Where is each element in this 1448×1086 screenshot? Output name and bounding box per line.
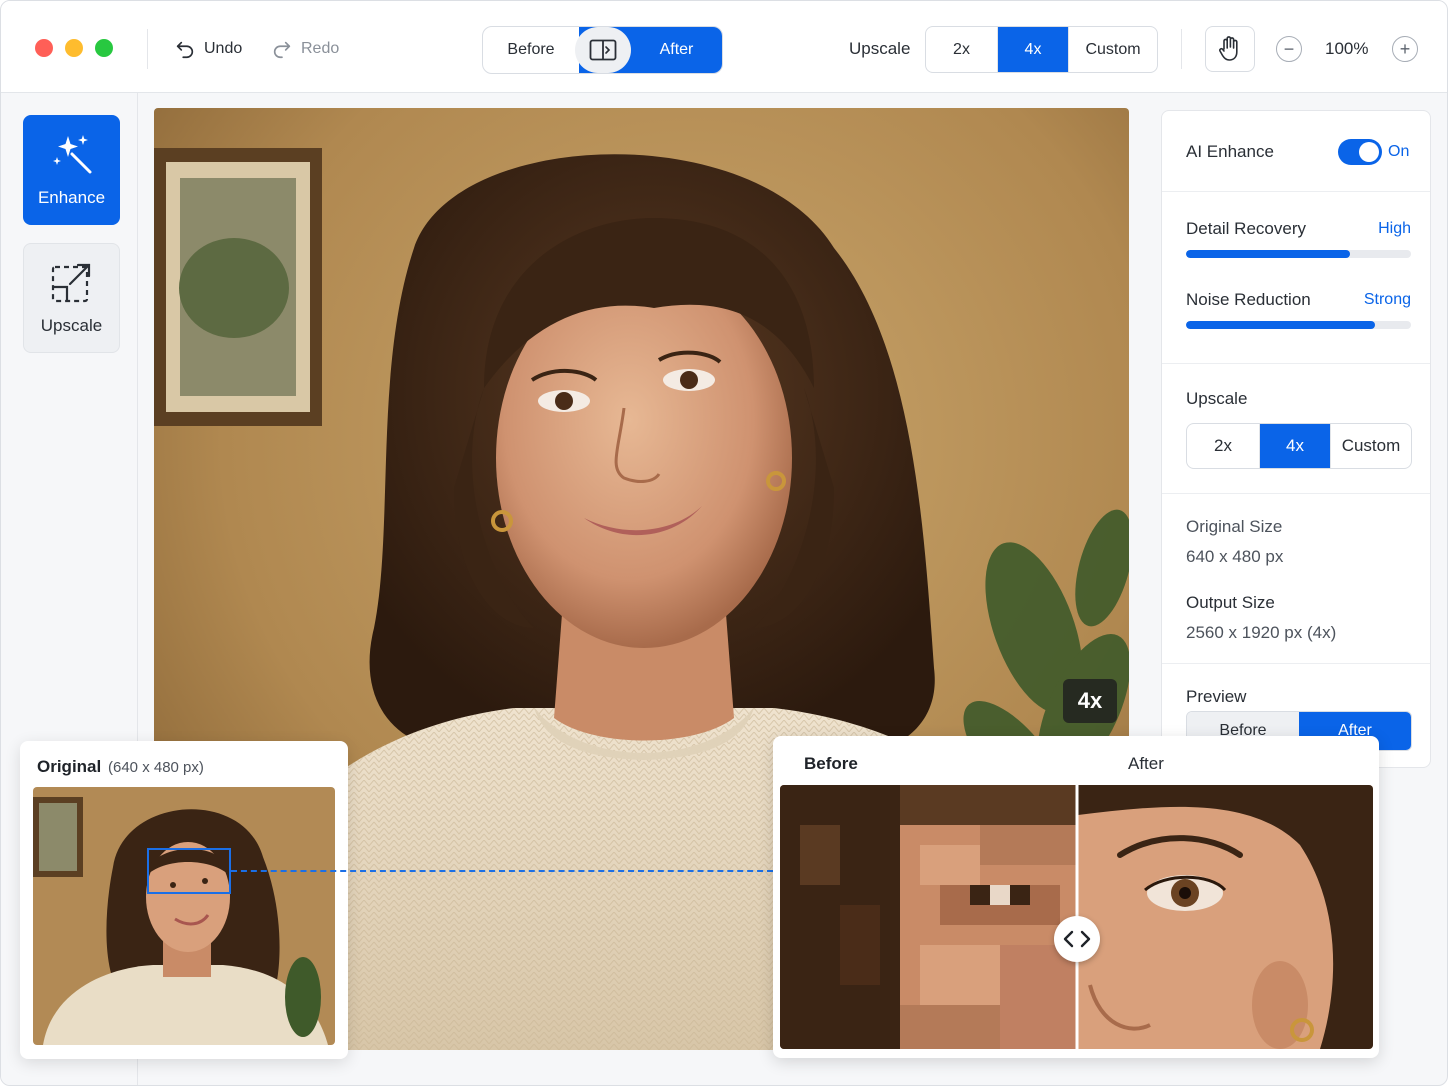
scale-badge: 4x	[1063, 679, 1117, 723]
compare-before-option[interactable]: Before	[483, 27, 579, 73]
before-after-card: Before After	[773, 736, 1379, 1058]
original-thumbnail-card: Original (640 x 480 px)	[20, 741, 348, 1059]
zoom-window-button[interactable]	[95, 39, 113, 57]
original-thumbnail-image[interactable]	[33, 787, 335, 1045]
expand-icon	[51, 263, 90, 303]
original-photo	[33, 787, 335, 1045]
scale-option-4x[interactable]: 4x	[998, 27, 1069, 72]
zoom-in-button[interactable]: +	[1392, 36, 1418, 62]
compare-before-label: Before	[804, 754, 858, 773]
minimize-window-button[interactable]	[65, 39, 83, 57]
divider	[1162, 663, 1430, 664]
undo-label: Undo	[204, 40, 243, 57]
detail-recovery-label: Detail Recovery	[1186, 219, 1306, 238]
ai-enhance-label: AI Enhance	[1186, 142, 1274, 161]
output-size-value: 2560 x 1920 px (4x)	[1186, 623, 1337, 642]
divider	[1162, 493, 1430, 494]
settings-panel: AI Enhance On Detail Recovery High Noise…	[1161, 110, 1431, 768]
panel-upscale-selector: 2x 4x Custom	[1186, 423, 1412, 469]
detail-recovery-slider[interactable]	[1186, 250, 1411, 258]
upscale-tool-button[interactable]: Upscale	[23, 243, 120, 353]
chevrons-left-right-icon	[1063, 930, 1091, 948]
panel-scale-2x[interactable]: 2x	[1187, 424, 1260, 468]
divider	[1162, 363, 1430, 364]
panel-upscale-label: Upscale	[1186, 389, 1248, 408]
preview-label: Preview	[1186, 687, 1247, 706]
before-after-toggle: Before After	[482, 26, 723, 74]
ai-enhance-state: On	[1388, 143, 1410, 160]
upscale-tool-label: Upscale	[40, 316, 103, 335]
split-view-button[interactable]	[575, 27, 631, 73]
hand-icon	[1219, 36, 1238, 61]
undo-icon	[176, 41, 194, 59]
scale-option-custom[interactable]: Custom	[1069, 27, 1157, 72]
original-dimensions: (640 x 480 px)	[108, 759, 204, 776]
zoom-level: 100%	[1325, 39, 1369, 58]
divider	[1162, 191, 1430, 192]
redo-label: Redo	[301, 40, 340, 57]
zoom-connector-line	[231, 870, 773, 872]
output-size-label: Output Size	[1186, 593, 1275, 612]
original-size-label: Original Size	[1186, 517, 1283, 536]
toggle-knob	[1359, 142, 1379, 162]
plus-icon: +	[1399, 39, 1411, 59]
noise-reduction-slider[interactable]	[1186, 321, 1411, 329]
toolbar: Undo Redo Before After Upscale 2x 4x Cus…	[1, 1, 1447, 93]
compare-after-label: After	[1128, 754, 1164, 773]
redo-icon	[273, 41, 291, 59]
panel-scale-custom[interactable]: Custom	[1331, 424, 1411, 468]
magic-wand-icon	[52, 135, 91, 174]
app-window: Undo Redo Before After Upscale 2x 4x Cus…	[0, 0, 1448, 1086]
close-window-button[interactable]	[35, 39, 53, 57]
detail-recovery-fill	[1186, 250, 1351, 258]
ai-enhance-toggle[interactable]	[1338, 139, 1382, 165]
undo-button[interactable]: Undo	[174, 31, 242, 67]
enhance-tool-label: Enhance	[37, 188, 106, 207]
detail-recovery-value: High	[1378, 220, 1411, 237]
original-title: Original	[37, 757, 102, 776]
toolbar-divider	[147, 29, 148, 69]
split-view-icon	[589, 39, 617, 61]
minus-icon: −	[1283, 39, 1295, 59]
upscale-factor-selector: 2x 4x Custom	[925, 26, 1158, 73]
upscale-label: Upscale	[849, 39, 911, 58]
zoom-out-button[interactable]: −	[1276, 36, 1302, 62]
original-size-value: 640 x 480 px	[1186, 547, 1284, 566]
toolbar-divider	[1181, 29, 1182, 69]
redo-button[interactable]: Redo	[271, 31, 339, 67]
enhance-tool-button[interactable]: Enhance	[23, 115, 120, 225]
scale-option-2x[interactable]: 2x	[926, 27, 998, 72]
panel-scale-4x[interactable]: 4x	[1260, 424, 1331, 468]
comparison-slider-handle[interactable]	[1054, 916, 1100, 962]
pan-tool-button[interactable]	[1205, 26, 1255, 72]
noise-reduction-value: Strong	[1363, 291, 1411, 308]
noise-reduction-fill	[1186, 321, 1375, 329]
noise-reduction-label: Noise Reduction	[1186, 290, 1311, 309]
